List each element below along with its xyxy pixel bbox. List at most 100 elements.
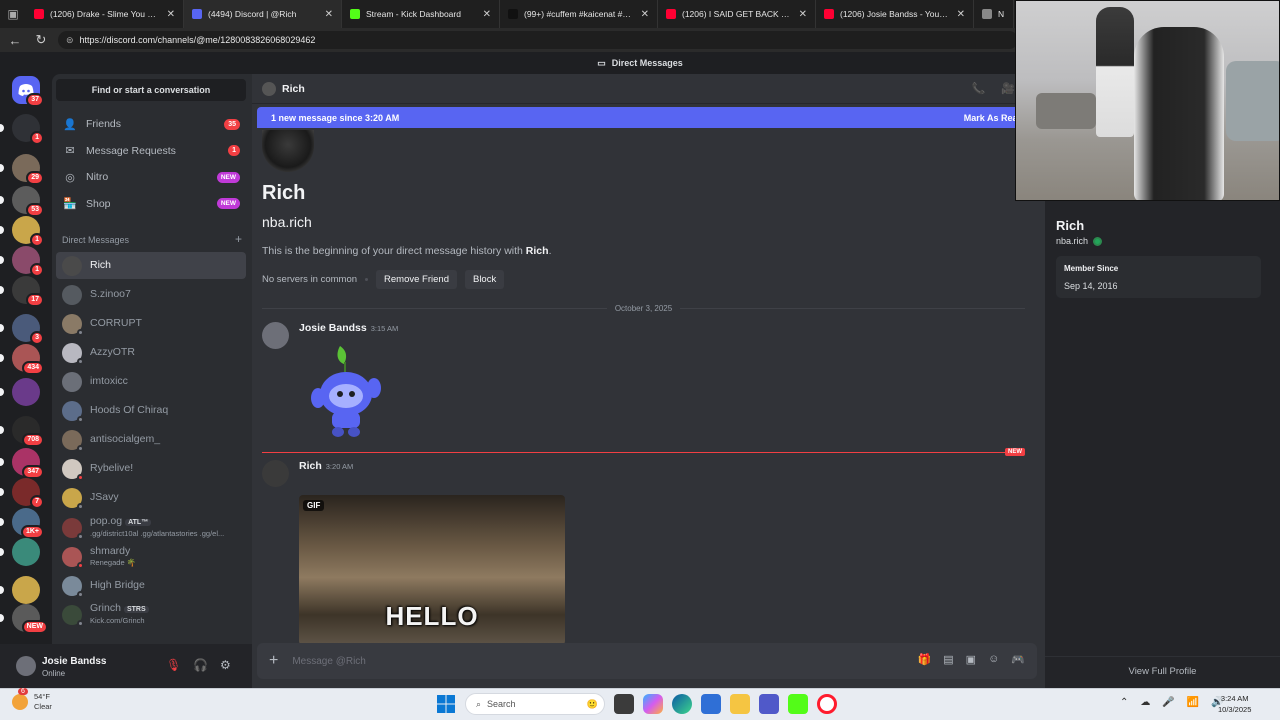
- copilot-icon[interactable]: [643, 694, 663, 714]
- dm-item[interactable]: Rich: [56, 252, 246, 279]
- dm-item[interactable]: imtoxicc: [56, 368, 246, 395]
- dm-item[interactable]: AzzyOTR: [56, 339, 246, 366]
- microphone-icon[interactable]: 🎤: [1162, 697, 1174, 708]
- edge-icon[interactable]: [672, 694, 692, 714]
- nav-item-label: Nitro: [86, 171, 109, 183]
- dm-item[interactable]: Hoods Of Chiraq: [56, 397, 246, 424]
- windows-start-icon[interactable]: [436, 694, 456, 714]
- find-conversation-button[interactable]: Find or start a conversation: [56, 79, 246, 101]
- create-dm-button[interactable]: +: [235, 233, 242, 245]
- task-view-icon[interactable]: [614, 694, 634, 714]
- server-icon[interactable]: 434: [12, 344, 44, 375]
- wumpus-sticker-icon[interactable]: [308, 342, 388, 442]
- server-icon[interactable]: 3: [12, 314, 44, 345]
- server-icon[interactable]: 1K+: [12, 508, 44, 539]
- chevron-up-icon[interactable]: ⌃: [1120, 697, 1128, 708]
- taskbar-clock[interactable]: 3:24 AM 10/3/2025: [1218, 693, 1251, 715]
- home-button[interactable]: 37: [12, 76, 44, 107]
- browser-tab[interactable]: Stream - Kick Dashboard ✕: [342, 0, 500, 28]
- server-icon[interactable]: 1: [12, 246, 44, 277]
- file-explorer-icon[interactable]: [730, 694, 750, 714]
- message-avatar[interactable]: [262, 460, 289, 487]
- kick-app-icon[interactable]: [788, 694, 808, 714]
- tab-close-icon[interactable]: ✕: [799, 9, 807, 20]
- nav-item-nitro[interactable]: ◎ Nitro NEW: [56, 165, 246, 189]
- dm-item[interactable]: S.zinoo7: [56, 281, 246, 308]
- taskbar-search[interactable]: ⌕ Search 🙂: [465, 693, 605, 715]
- user-avatar[interactable]: [16, 656, 36, 676]
- block-button[interactable]: Block: [464, 270, 505, 289]
- profile-badge-icon[interactable]: [1093, 236, 1103, 246]
- tab-close-icon[interactable]: ✕: [957, 9, 965, 20]
- dm-item[interactable]: pop.og ATL™ .gg/district10al .gg/atlantast…: [56, 514, 246, 541]
- tab-close-icon[interactable]: ✕: [325, 9, 333, 20]
- reload-icon[interactable]: ↻: [32, 32, 50, 48]
- browser-tab[interactable]: New t: [974, 0, 1014, 28]
- server-icon[interactable]: 1: [12, 216, 44, 247]
- nav-item-badge: NEW: [216, 171, 240, 183]
- opera-icon[interactable]: [817, 694, 837, 714]
- status-indicator: [77, 328, 84, 336]
- tab-actions-icon[interactable]: ▣: [0, 0, 26, 28]
- server-icon[interactable]: [12, 576, 40, 604]
- back-icon[interactable]: ←: [6, 33, 24, 48]
- dm-item[interactable]: Grinch STRS Kick.com/Grinch: [56, 601, 246, 628]
- tab-close-icon[interactable]: ✕: [167, 9, 175, 20]
- message-input[interactable]: Message @Rich: [292, 656, 366, 667]
- tab-close-icon[interactable]: ✕: [483, 9, 491, 20]
- gif-picker-icon[interactable]: ▤: [943, 653, 953, 666]
- view-full-profile-button[interactable]: View Full Profile: [1045, 656, 1280, 688]
- server-icon[interactable]: [12, 538, 40, 566]
- activities-icon[interactable]: 🎮: [1011, 653, 1025, 666]
- server-icon[interactable]: 7: [12, 478, 44, 509]
- dm-item[interactable]: shmardy Renegade 🌴: [56, 543, 246, 570]
- browser-tab[interactable]: (1206) I SAID GET BACK FOR LIL ✕: [658, 0, 816, 28]
- browser-tab[interactable]: (1206) Josie Bandss - YouTube ✕: [816, 0, 974, 28]
- dm-item[interactable]: CORRUPT: [56, 310, 246, 337]
- mute-mic-icon[interactable]: 🎙: [166, 658, 181, 672]
- server-icon[interactable]: 708: [12, 416, 44, 447]
- browser-tab[interactable]: (4494) Discord | @Rich ✕: [184, 0, 342, 28]
- server-icon[interactable]: [12, 378, 40, 406]
- headphones-icon[interactable]: 🎧: [193, 658, 208, 672]
- dm-item[interactable]: Rybelive!: [56, 455, 246, 482]
- nav-item-friends[interactable]: 👤 Friends 35: [56, 112, 246, 136]
- gift-icon[interactable]: 🎁: [918, 653, 932, 666]
- message-author[interactable]: Josie Bandss 3:15 AM: [299, 322, 398, 334]
- dm-item[interactable]: High Bridge: [56, 572, 246, 599]
- server-icon[interactable]: 17: [12, 276, 44, 307]
- new-messages-bar[interactable]: 1 new message since 3:20 AM Mark As Read: [257, 107, 1037, 128]
- server-icon[interactable]: 29: [12, 154, 44, 185]
- dm-item[interactable]: antisocialgem_: [56, 426, 246, 453]
- sticker-icon[interactable]: ▣: [966, 653, 976, 666]
- server-icon[interactable]: 1: [12, 114, 44, 145]
- dm-name: antisocialgem_: [90, 433, 161, 445]
- nav-item-message-requests[interactable]: ✉ Message Requests 1: [56, 139, 246, 163]
- message-author[interactable]: Rich 3:20 AM: [299, 460, 353, 472]
- dm-item[interactable]: JSavy: [56, 484, 246, 511]
- voice-call-icon[interactable]: 📞: [972, 82, 986, 95]
- add-attachment-icon[interactable]: +: [269, 652, 278, 670]
- message-avatar[interactable]: [262, 322, 289, 349]
- url-field[interactable]: ⊜ https://discord.com/channels/@me/12800…: [58, 31, 1018, 49]
- message-composer[interactable]: + Message @Rich 🎁 ▤ ▣ ☺ 🎮: [257, 643, 1037, 679]
- server-icon[interactable]: 347: [12, 448, 44, 479]
- tab-close-icon[interactable]: ✕: [641, 9, 649, 20]
- teams-icon[interactable]: [759, 694, 779, 714]
- weather-widget[interactable]: 6 54°F Clear: [12, 688, 52, 712]
- site-info-icon[interactable]: ⊜: [66, 35, 74, 46]
- server-icon[interactable]: NEW: [12, 604, 48, 634]
- wifi-icon[interactable]: 📶: [1187, 697, 1199, 708]
- video-call-icon[interactable]: 🎥: [1001, 82, 1015, 95]
- server-icon[interactable]: 53: [12, 186, 44, 217]
- browser-tab[interactable]: (99+) #cuffem #kaicenat #adinross ✕: [500, 0, 658, 28]
- browser-tab[interactable]: (1206) Drake - Slime You Out ft. S ✕: [26, 0, 184, 28]
- nav-item-shop[interactable]: 🏪 Shop NEW: [56, 192, 246, 216]
- gif-attachment[interactable]: GIF HELLO: [299, 495, 565, 645]
- new-messages-text: 1 new message since 3:20 AM: [271, 112, 400, 123]
- settings-gear-icon[interactable]: ⚙: [220, 658, 231, 672]
- cloud-icon[interactable]: ☁: [1140, 697, 1150, 708]
- emoji-icon[interactable]: ☺: [988, 653, 999, 666]
- store-icon[interactable]: [701, 694, 721, 714]
- remove-friend-button[interactable]: Remove Friend: [376, 270, 457, 289]
